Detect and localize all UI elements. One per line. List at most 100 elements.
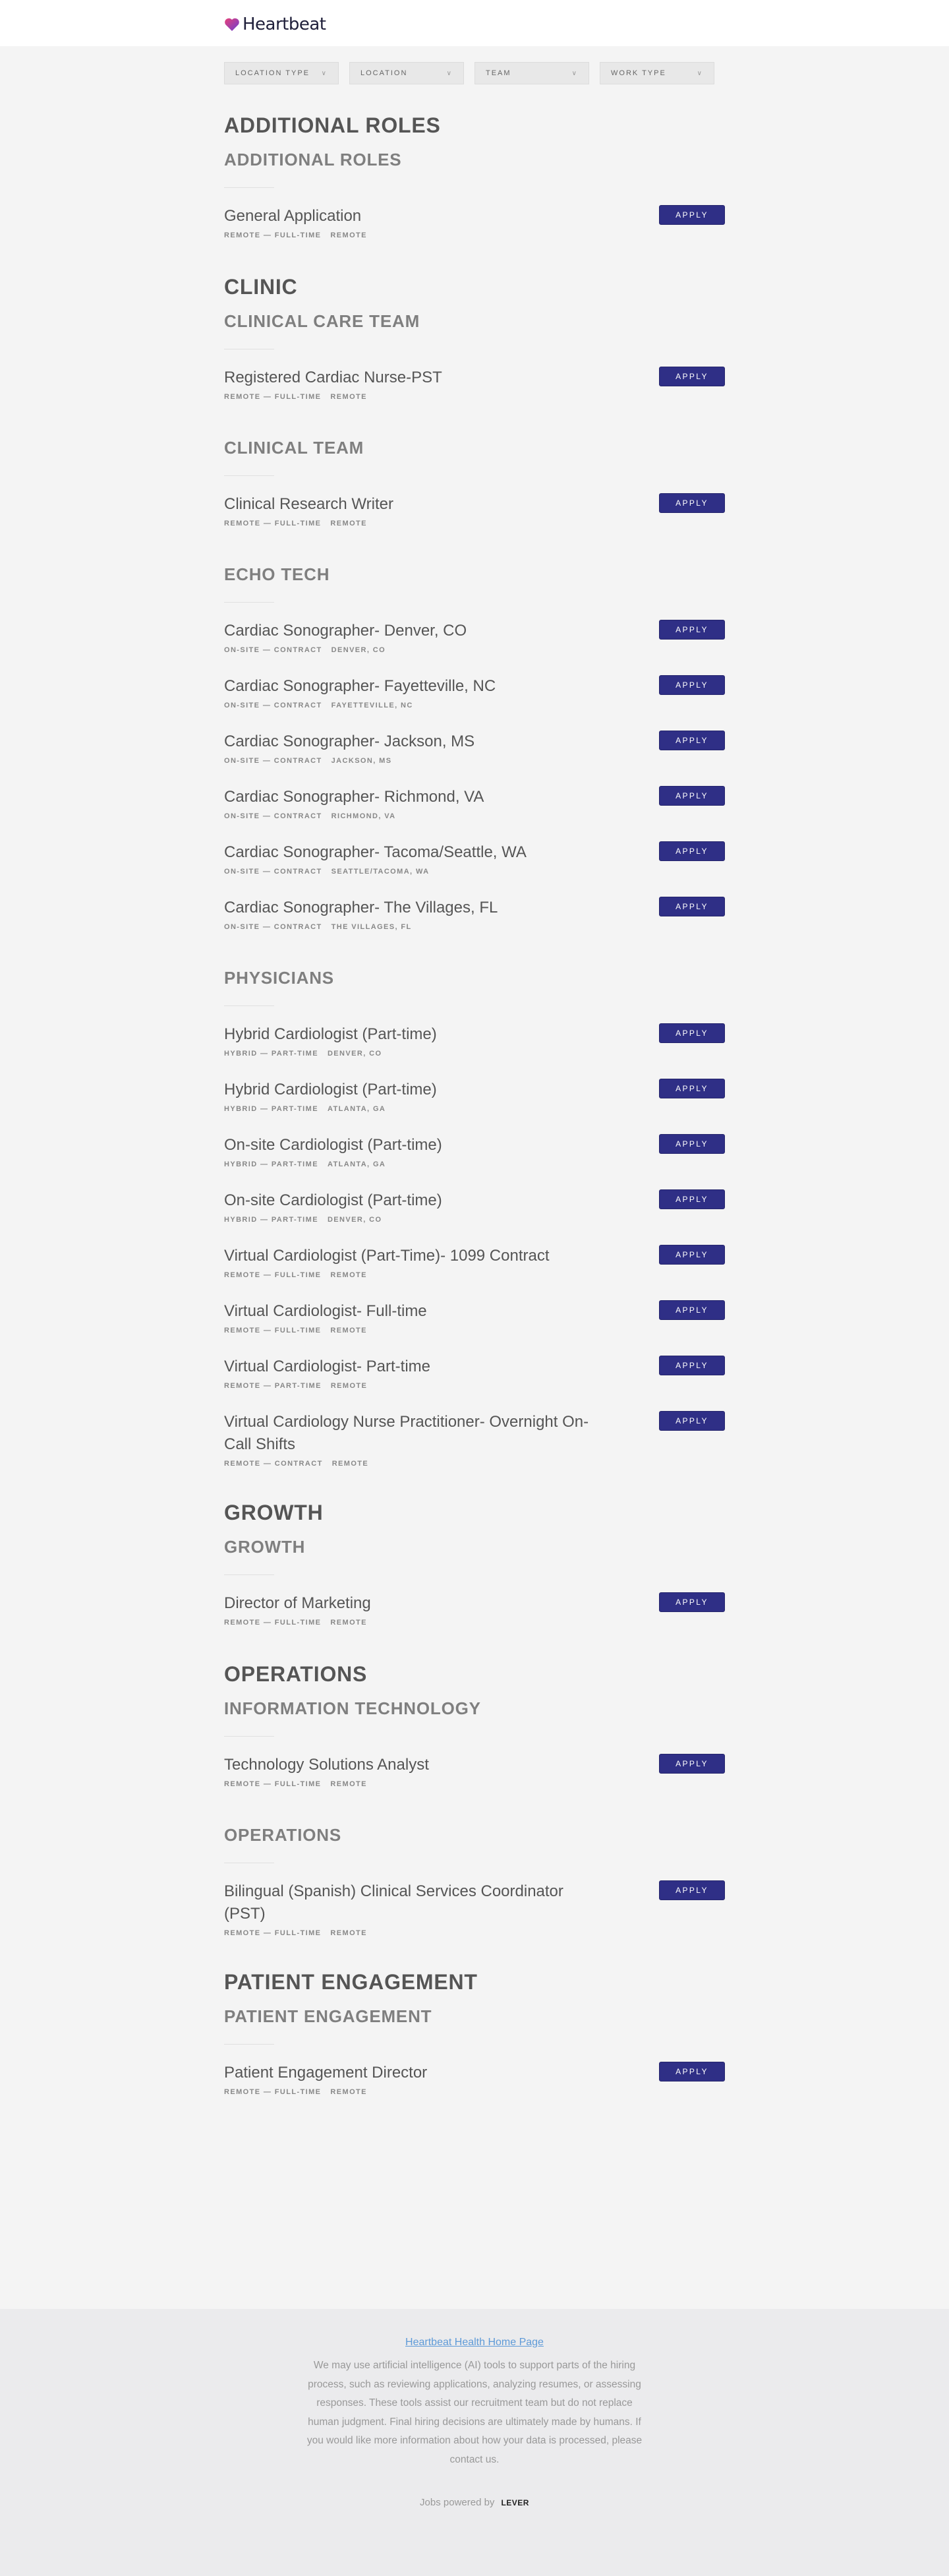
job-location: Fayetteville, NC	[331, 702, 413, 709]
job-location: The Villages, FL	[331, 923, 412, 931]
apply-button[interactable]: Apply	[659, 1754, 725, 1774]
apply-button[interactable]: Apply	[659, 1356, 725, 1375]
job-location: Remote	[330, 1271, 367, 1279]
apply-button[interactable]: Apply	[659, 1079, 725, 1098]
job-commitment: On-site — Contract	[224, 868, 322, 876]
job-title-link[interactable]: Cardiac Sonographer- The Villages, FL	[224, 897, 600, 919]
team-title: Operations	[224, 1662, 368, 1686]
job-location: Remote	[330, 520, 367, 527]
job-posting: Virtual Cardiologist (Part-Time)- 1099 C…	[224, 1245, 725, 1282]
home-page-link[interactable]: Heartbeat Health Home Page	[405, 2337, 544, 2349]
apply-button[interactable]: Apply	[659, 205, 725, 225]
department-title: Additional Roles	[224, 150, 402, 169]
job-posting: Technology Solutions Analyst Remote — Ful…	[224, 1754, 725, 1791]
job-posting: Virtual Cardiologist- Full-time Remote — …	[224, 1300, 725, 1337]
job-location: Atlanta, GA	[327, 1105, 386, 1113]
job-commitment: Remote — Full-time	[224, 520, 322, 527]
heartbeat-logo[interactable]: Heartbeat	[224, 15, 326, 34]
job-location: Remote	[330, 2088, 367, 2096]
job-title-link[interactable]: On-site Cardiologist (Part-time)	[224, 1134, 600, 1156]
apply-button[interactable]: Apply	[659, 1189, 725, 1209]
job-posting: Hybrid Cardiologist (Part-time) Hybrid — …	[224, 1023, 725, 1060]
job-commitment: Remote — Part-time	[224, 1382, 322, 1390]
job-commitment: Hybrid — Part-time	[224, 1105, 318, 1113]
job-title-link[interactable]: On-site Cardiologist (Part-time)	[224, 1189, 600, 1212]
postings-container: Location Type ∨ Location ∨ Team ∨ Work Type ∨ A…	[224, 46, 725, 2099]
job-meta: Remote — Full-time Remote	[224, 1929, 600, 1937]
job-meta: Remote — Full-time Remote	[224, 1619, 600, 1627]
apply-button[interactable]: Apply	[659, 841, 725, 861]
job-title-link[interactable]: Bilingual (Spanish) Clinical Services Co…	[224, 1880, 600, 1925]
job-title-link[interactable]: Cardiac Sonographer- Richmond, VA	[224, 786, 600, 808]
job-title-link[interactable]: Director of Marketing	[224, 1592, 600, 1615]
job-title-link[interactable]: General Application	[224, 205, 600, 227]
job-title-link[interactable]: Virtual Cardiologist (Part-Time)- 1099 C…	[224, 1245, 600, 1267]
apply-button[interactable]: Apply	[659, 1134, 725, 1154]
apply-button[interactable]: Apply	[659, 2062, 725, 2082]
job-location: Remote	[330, 1780, 367, 1788]
department-title: Patient Engagement	[224, 2006, 432, 2026]
filter-label: Location Type	[235, 69, 310, 77]
job-posting: Clinical Research Writer Remote — Full-ti…	[224, 493, 725, 530]
chevron-down-icon: ∨	[321, 69, 328, 77]
postings-list: Additional Roles Additional Roles General …	[224, 113, 725, 2099]
job-meta: Remote — Full-time Remote	[224, 1271, 600, 1279]
apply-button[interactable]: Apply	[659, 493, 725, 513]
job-title-link[interactable]: Clinical Research Writer	[224, 493, 600, 516]
job-commitment: On-site — Contract	[224, 702, 322, 709]
filter-location-type[interactable]: Location Type ∨	[224, 62, 339, 84]
department-section: Additional Roles General Application Remot…	[224, 150, 725, 242]
job-meta: Remote — Full-time Remote	[224, 1780, 600, 1788]
job-title-link[interactable]: Technology Solutions Analyst	[224, 1754, 600, 1776]
job-commitment: Remote — Full-time	[224, 231, 322, 239]
job-title-link[interactable]: Hybrid Cardiologist (Part-time)	[224, 1079, 600, 1101]
apply-button[interactable]: Apply	[659, 1411, 725, 1431]
apply-button[interactable]: Apply	[659, 620, 725, 640]
job-title-link[interactable]: Cardiac Sonographer- Fayetteville, NC	[224, 675, 600, 698]
job-location: Denver, CO	[327, 1216, 382, 1224]
team-title: Additional Roles	[224, 113, 441, 137]
filter-location[interactable]: Location ∨	[349, 62, 464, 84]
job-title-link[interactable]: Hybrid Cardiologist (Part-time)	[224, 1023, 600, 1046]
filter-work-type[interactable]: Work Type ∨	[600, 62, 714, 84]
job-meta: Remote — Full-time Remote	[224, 2088, 600, 2096]
job-commitment: Remote — Full-time	[224, 2088, 322, 2096]
lever-logo[interactable]: LEVER	[501, 2498, 529, 2507]
apply-button[interactable]: Apply	[659, 1880, 725, 1900]
job-posting: Virtual Cardiologist- Part-time Remote — …	[224, 1356, 725, 1393]
job-meta: On-site — Contract The Villages, FL	[224, 923, 600, 931]
job-title-link[interactable]: Virtual Cardiology Nurse Practitioner- O…	[224, 1411, 600, 1456]
department-title: Physicians	[224, 968, 334, 988]
job-posting: Cardiac Sonographer- Fayetteville, NC On-…	[224, 675, 725, 712]
department-title: Clinical Care Team	[224, 311, 420, 331]
job-commitment: Remote — Full-time	[224, 1271, 322, 1279]
site-header: Heartbeat	[0, 0, 949, 46]
job-title-link[interactable]: Cardiac Sonographer- Tacoma/Seattle, WA	[224, 841, 600, 864]
department-divider	[224, 475, 274, 476]
job-posting: Hybrid Cardiologist (Part-time) Hybrid — …	[224, 1079, 725, 1116]
job-title-link[interactable]: Cardiac Sonographer- Jackson, MS	[224, 731, 600, 753]
job-location: Remote	[330, 1382, 368, 1390]
job-location: Remote	[330, 1929, 367, 1937]
job-title-link[interactable]: Virtual Cardiologist- Full-time	[224, 1300, 600, 1323]
apply-button[interactable]: Apply	[659, 675, 725, 695]
job-location: Remote	[330, 393, 367, 401]
job-title-link[interactable]: Cardiac Sonographer- Denver, CO	[224, 620, 600, 642]
apply-button[interactable]: Apply	[659, 367, 725, 386]
apply-button[interactable]: Apply	[659, 731, 725, 750]
job-posting: Registered Cardiac Nurse-PST Remote — Ful…	[224, 367, 725, 404]
apply-button[interactable]: Apply	[659, 1245, 725, 1265]
apply-button[interactable]: Apply	[659, 1592, 725, 1612]
heart-logo-icon	[225, 18, 239, 31]
apply-button[interactable]: Apply	[659, 1300, 725, 1320]
powered-by-text: Jobs powered by	[420, 2497, 495, 2508]
team-section: Patient Engagement Patient Engagement Pati…	[224, 1970, 725, 2099]
apply-button[interactable]: Apply	[659, 1023, 725, 1043]
apply-button[interactable]: Apply	[659, 786, 725, 806]
apply-button[interactable]: Apply	[659, 897, 725, 916]
job-title-link[interactable]: Patient Engagement Director	[224, 2062, 600, 2084]
job-title-link[interactable]: Registered Cardiac Nurse-PST	[224, 367, 600, 389]
department-section: Physicians Hybrid Cardiologist (Part-time…	[224, 968, 725, 1468]
job-title-link[interactable]: Virtual Cardiologist- Part-time	[224, 1356, 600, 1378]
filter-team[interactable]: Team ∨	[474, 62, 589, 84]
